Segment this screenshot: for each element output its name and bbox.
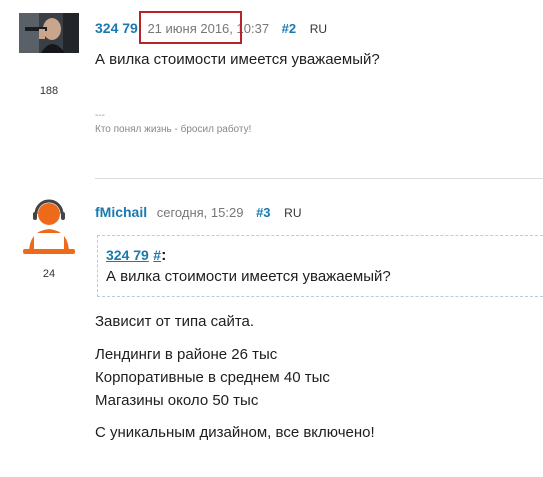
quote-separator: : [161,247,167,264]
quote-header: 324 79 #: [106,247,543,265]
post-text-line: Зависит от типа сайта. [95,313,255,330]
post-text-line: Корпоративные в среднем 40 тыс [95,369,330,386]
post-text-line: С уникальным дизайном, все включено! [95,424,375,441]
language-badge: RU [309,22,328,36]
author-link[interactable]: fMichail [95,204,147,220]
avatar-photo [19,13,79,53]
quote-block: 324 79 #: А вилка стоимости имеется уваж… [97,235,543,297]
post-count: 188 [39,85,59,97]
post-3: 24 fMichail сегодня, 15:29 #3 RU 324 79 … [0,179,543,477]
user-with-laptop-icon [23,199,75,254]
author-link[interactable]: 324 79 [95,20,138,36]
permalink-link[interactable]: #3 [256,205,270,220]
signature-separator: --- [95,110,105,121]
quote-source-link[interactable]: # [153,247,161,263]
quote-author-link[interactable]: 324 79 [106,247,149,263]
post-meta: fMichail сегодня, 15:29 #3 RU [95,204,302,220]
post-text: А вилка стоимости имеется уважаемый? [95,51,380,68]
date-highlight-box [139,11,242,44]
quote-text: А вилка стоимости имеется уважаемый? [106,268,391,285]
user-avatar[interactable] [19,13,79,53]
signature: Кто понял жизнь - бросил работу! [95,124,252,135]
permalink-link[interactable]: #2 [282,21,296,36]
post-text-line: Магазины около 50 тыс [95,392,259,409]
user-avatar[interactable] [19,199,79,255]
post-count: 24 [42,268,56,280]
post-date: сегодня, 15:29 [156,205,244,220]
post-text-line: Лендинги в районе 26 тыс [95,346,278,363]
language-badge: RU [284,206,302,220]
post-2: 188 324 79 21 июня 2016, 10:37 #2 RU А в… [0,0,543,178]
